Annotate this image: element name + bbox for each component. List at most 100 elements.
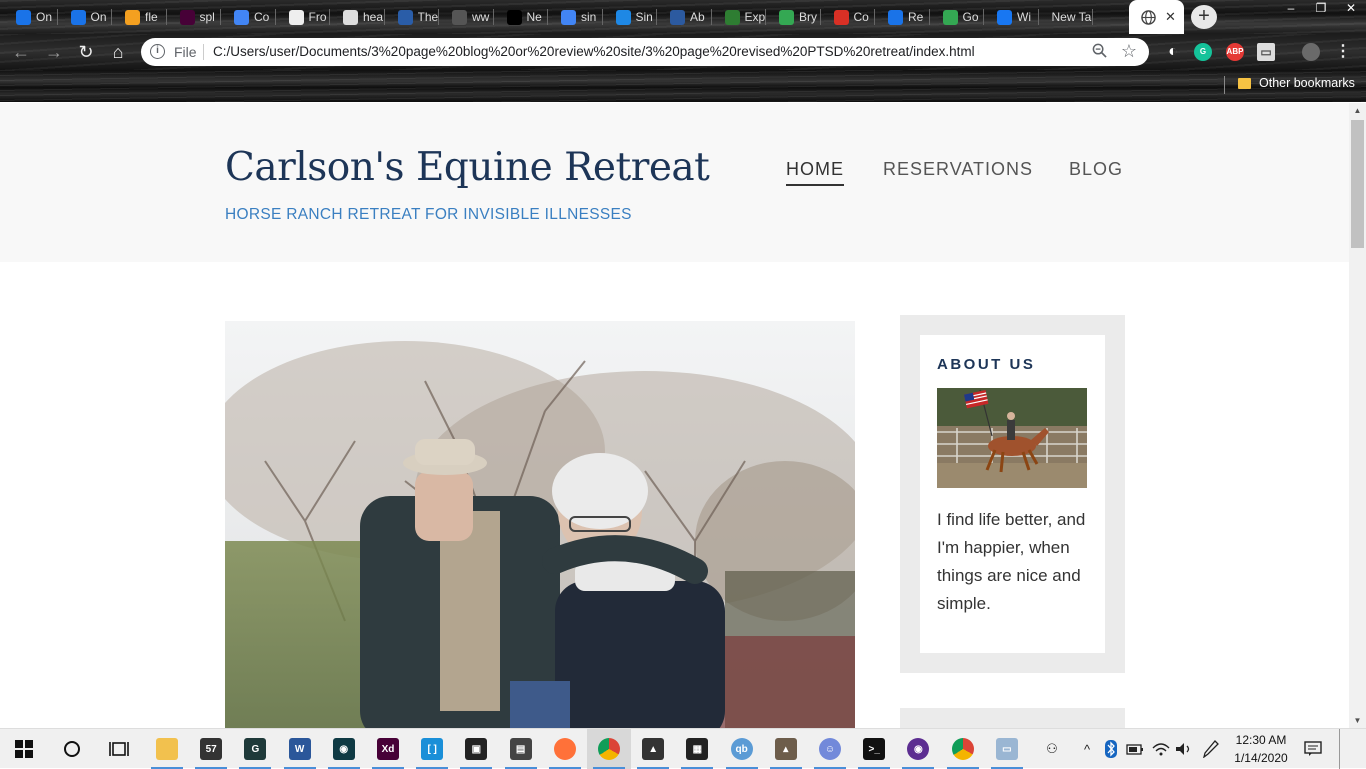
tab-separator xyxy=(983,9,984,25)
people-icon[interactable]: ⚇ xyxy=(1037,729,1067,769)
reload-button[interactable]: ↻ xyxy=(75,42,97,62)
browser-tab[interactable]: Re xyxy=(876,0,930,34)
adblock-icon[interactable]: ABP xyxy=(1226,43,1244,61)
wifi-icon[interactable] xyxy=(1150,729,1172,769)
mail-badge-icon[interactable]: 57 xyxy=(189,729,233,769)
new-tab-button[interactable]: + xyxy=(1191,5,1217,29)
file-explorer-icon[interactable] xyxy=(145,729,189,769)
scroll-up-icon[interactable]: ▲ xyxy=(1349,103,1366,118)
address-bar[interactable]: i File C:/Users/user/Documents/3%20page%… xyxy=(141,38,1149,66)
back-button[interactable]: ← xyxy=(10,42,32,62)
url-text[interactable]: C:/Users/user/Documents/3%20page%20blog%… xyxy=(213,44,975,59)
tray-chevron-icon[interactable]: ^ xyxy=(1076,729,1098,769)
browser-tab[interactable]: Exp xyxy=(713,0,767,34)
browser-tab[interactable]: Sin xyxy=(604,0,658,34)
brackets-icon[interactable]: [ ] xyxy=(410,729,454,769)
browser-tab[interactable]: Fro xyxy=(277,0,331,34)
browser-tab[interactable]: ww xyxy=(440,0,494,34)
firefox-icon[interactable] xyxy=(543,729,587,769)
tab-close-icon[interactable]: ✕ xyxy=(1165,9,1176,25)
zoom-icon[interactable] xyxy=(1092,43,1107,62)
scroll-thumb[interactable] xyxy=(1351,120,1364,248)
tab-label: The xyxy=(417,10,439,24)
pen-icon[interactable] xyxy=(1199,729,1223,769)
tab-label: Wi xyxy=(1017,10,1031,24)
other-bookmarks[interactable]: Other bookmarks xyxy=(1238,76,1355,90)
tab-separator xyxy=(874,9,875,25)
diamond-icon xyxy=(70,9,86,25)
qbittorrent-icon[interactable]: qb xyxy=(720,729,764,769)
xd-icon[interactable]: Xd xyxy=(366,729,410,769)
app-glyph: ◉ xyxy=(907,738,930,760)
gimp-icon[interactable]: ▴ xyxy=(764,729,808,769)
forward-button[interactable]: → xyxy=(43,42,65,62)
browser-tab[interactable]: On xyxy=(4,0,58,34)
menu-icon[interactable]: ⋮ xyxy=(1334,43,1352,61)
podcast-icon[interactable]: ◉ xyxy=(896,729,940,769)
browser-tab[interactable]: Go xyxy=(931,0,985,34)
close-window-button[interactable]: ✕ xyxy=(1336,0,1366,18)
arduino-icon[interactable]: ◉ xyxy=(322,729,366,769)
volume-icon[interactable] xyxy=(1173,729,1195,769)
bookmarks-divider xyxy=(1224,76,1225,94)
restore-button[interactable]: ❐ xyxy=(1306,0,1336,18)
browser-tab[interactable]: fle xyxy=(113,0,167,34)
omnibox-divider xyxy=(203,44,204,60)
info-icon[interactable]: i xyxy=(150,44,165,59)
task-view-icon[interactable] xyxy=(97,729,141,769)
tab-separator xyxy=(329,9,330,25)
tab-active[interactable]: ✕ xyxy=(1129,0,1184,34)
discord-icon[interactable]: ☺ xyxy=(808,729,852,769)
nav-blog[interactable]: BLOG xyxy=(1069,159,1123,180)
window-icon[interactable]: ▭ xyxy=(1257,43,1275,61)
browser-tab[interactable]: Wi xyxy=(985,0,1039,34)
nav-home[interactable]: HOME xyxy=(786,159,844,186)
notifications-icon[interactable] xyxy=(1296,729,1330,769)
color-app-icon[interactable]: ▣ xyxy=(454,729,498,769)
inkscape-icon[interactable]: ▲ xyxy=(631,729,675,769)
terminal-app-icon[interactable]: G xyxy=(233,729,277,769)
site-title[interactable]: Carlson's Equine Retreat xyxy=(225,145,710,190)
cortana-search-icon[interactable] xyxy=(50,729,94,769)
home-button[interactable]: ⌂ xyxy=(107,42,129,62)
browser-tab[interactable]: hea xyxy=(331,0,385,34)
system-clock[interactable]: 12:30 AM 1/14/2020 xyxy=(1228,731,1294,767)
word-icon[interactable]: W xyxy=(278,729,322,769)
clock-date: 1/14/2020 xyxy=(1234,751,1288,765)
contrast-icon[interactable]: ◐ xyxy=(1164,43,1182,61)
app-glyph: [ ] xyxy=(421,738,444,760)
gmail-icon xyxy=(833,9,849,25)
nav-reservations[interactable]: RESERVATIONS xyxy=(883,159,1033,180)
profile-avatar[interactable] xyxy=(1302,43,1320,61)
browser-tab[interactable]: sin xyxy=(549,0,603,34)
browser-tab[interactable]: Co xyxy=(222,0,276,34)
bluetooth-icon[interactable] xyxy=(1102,729,1120,769)
office-icon[interactable]: ▤ xyxy=(499,729,543,769)
tab-separator xyxy=(165,9,167,25)
minimize-button[interactable]: – xyxy=(1276,0,1306,18)
image-app-icon[interactable]: ▭ xyxy=(985,729,1029,769)
grammarly-icon[interactable]: G xyxy=(1194,43,1212,61)
tab-separator xyxy=(765,9,766,25)
page-scrollbar[interactable]: ▲ ▼ xyxy=(1349,103,1366,728)
browser-tab[interactable]: The xyxy=(386,0,440,34)
browser-tab[interactable]: Ab xyxy=(658,0,712,34)
bookmark-star-icon[interactable]: ☆ xyxy=(1121,41,1137,62)
browser-tab[interactable]: Bry xyxy=(767,0,821,34)
chrome-icon-2[interactable] xyxy=(941,729,985,769)
chrome-icon[interactable] xyxy=(587,729,631,769)
app-glyph: >_ xyxy=(863,738,886,760)
battery-icon[interactable] xyxy=(1124,729,1146,769)
scroll-down-icon[interactable]: ▼ xyxy=(1349,713,1366,728)
calculator-icon[interactable]: ▦ xyxy=(675,729,719,769)
start-button[interactable] xyxy=(2,729,46,769)
site-header: Carlson's Equine Retreat HORSE RANCH RET… xyxy=(0,103,1349,262)
app-glyph xyxy=(156,738,178,760)
cmd-icon[interactable]: >_ xyxy=(852,729,896,769)
browser-tab[interactable]: Co xyxy=(822,0,876,34)
browser-tab[interactable]: spl xyxy=(168,0,222,34)
app-glyph: ▴ xyxy=(774,738,797,760)
browser-tab[interactable]: Ne xyxy=(495,0,549,34)
tab-label: Fro xyxy=(308,10,327,24)
browser-tab[interactable]: On xyxy=(59,0,113,34)
